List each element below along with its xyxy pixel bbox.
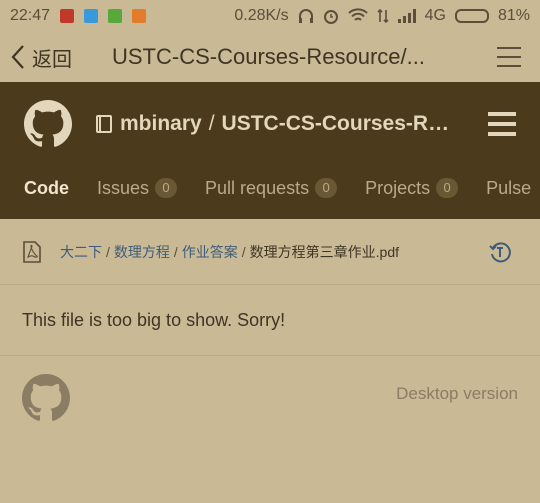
issues-count-badge: 0 [155,178,178,198]
breadcrumb-link[interactable]: 作业答案 [182,242,238,262]
hamburger-menu-icon[interactable] [488,111,516,137]
battery-percent: 81% [497,7,530,24]
breadcrumb-link[interactable]: 数理方程 [114,242,170,262]
projects-count-badge: 0 [436,178,459,198]
tab-label: Code [24,177,69,198]
tab-label: Pull requests [205,177,310,198]
breadcrumb-link[interactable]: 大二下 [60,242,102,262]
browser-title-bar: 返回 USTC-CS-Courses-Resource/... [0,32,540,82]
desktop-version-link[interactable]: Desktop version [396,384,518,404]
signal-icon [397,9,416,23]
breadcrumb-separator: / [173,243,178,260]
tab-label: Issues [97,177,150,198]
back-label: 返回 [32,48,72,71]
repo-name-link[interactable]: USTC-CS-Courses-Res... [222,112,457,136]
repo-title-separator: / [208,112,215,135]
tab-pulse[interactable]: Pulse [486,178,531,199]
repo-tabs: Code Issues 0 Pull requests 0 Projects 0 Pu… [0,166,540,210]
tab-code[interactable]: Code [24,178,69,199]
tab-label: Projects [365,177,431,198]
alarm-icon [323,10,338,24]
back-button[interactable]: 返回 [0,43,72,72]
notification-app-icon-4 [132,9,147,23]
tab-pull-requests[interactable]: Pull requests 0 [205,177,338,199]
pull-requests-count-badge: 0 [315,178,338,198]
history-icon[interactable] [488,240,512,264]
status-bar: 22:47 0.28K/s 4G 81% [0,0,540,32]
repo-book-icon [96,115,112,133]
repo-owner-link[interactable]: mbinary [120,112,202,136]
breadcrumb-separator: / [241,243,246,260]
network-speed: 0.28K/s [234,7,289,24]
network-type: 4G [424,7,446,24]
breadcrumb-separator: / [106,243,110,260]
battery-icon [454,9,489,23]
page-title: USTC-CS-Courses-Resource/... [112,44,425,69]
repo-header: mbinary / USTC-CS-Courses-Res... Code Is… [0,82,540,219]
github-footer-logo-icon [22,374,70,421]
notification-app-icon-2 [84,9,99,23]
file-breadcrumb: 大二下 / 数理方程 / 作业答案 / 数理方程第三章作业.pdf [0,219,540,285]
menu-icon[interactable] [496,46,522,68]
file-too-big-message: This file is too big to show. Sorry! [0,286,540,356]
wifi-icon [347,8,368,21]
tab-issues[interactable]: Issues 0 [97,177,178,199]
notification-app-icon-3 [108,9,123,23]
chevron-left-icon [11,45,24,69]
tab-projects[interactable]: Projects 0 [365,177,459,199]
repo-title: mbinary / USTC-CS-Courses-Res... [94,112,457,136]
github-logo-icon[interactable] [24,100,72,148]
pdf-file-icon [23,240,41,263]
tab-label: Pulse [486,177,532,198]
notification-app-icon-1 [60,9,75,23]
headphones-icon [298,9,313,23]
data-transfer-icon [377,8,389,24]
status-time: 22:47 [10,7,51,24]
breadcrumb-file-name: 数理方程第三章作业.pdf [249,243,400,260]
